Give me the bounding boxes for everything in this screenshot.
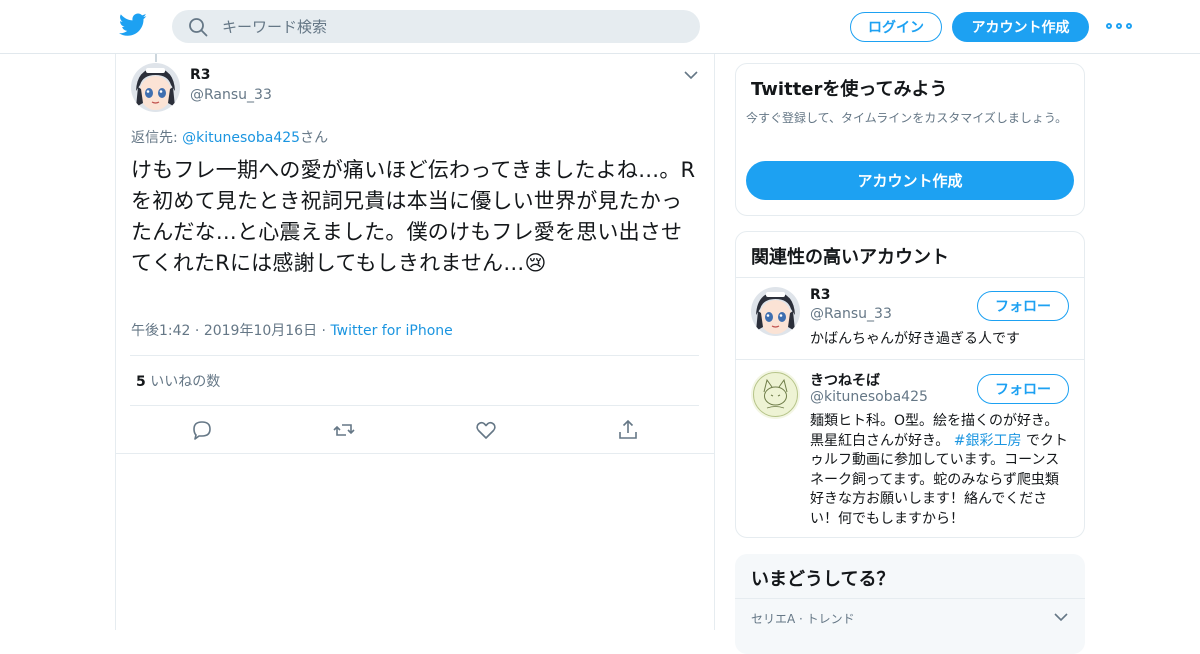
reply-to-line: 返信先: @kitunesoba425さん (131, 127, 328, 147)
meta-separator: · (321, 323, 326, 339)
login-button[interactable]: ログイン (850, 12, 942, 42)
trends-card: いまどうしてる？ セリエA · トレンド (735, 554, 1085, 654)
account-name[interactable]: R3 (810, 287, 831, 303)
meta-separator: · (194, 323, 200, 339)
search-box[interactable] (172, 10, 700, 43)
like-count: 5 (136, 374, 146, 390)
divider (735, 598, 1085, 599)
like-label: いいねの数 (150, 374, 221, 390)
tweet-body: けもフレ一期への愛が痛いほど伝わってきましたよね…。Rを初めて見たとき祝詞兄貴は… (131, 158, 696, 275)
search-icon (189, 18, 208, 37)
account-handle[interactable]: @Ransu_33 (810, 306, 892, 322)
like-stats[interactable]: 5 いいねの数 (136, 371, 220, 391)
retweet-icon[interactable] (332, 418, 356, 442)
account-handle[interactable]: @kitunesoba425 (810, 389, 928, 405)
anime-avatar-icon (131, 63, 180, 112)
tweet-meta: 午後1:42 · 2019年10月16日 · Twitter for iPhon… (131, 320, 453, 340)
author-avatar[interactable] (131, 63, 180, 112)
tweet-action-bar (116, 406, 714, 454)
tweet-source[interactable]: Twitter for iPhone (330, 323, 452, 339)
signup-card-title: Twitterを使ってみよう (751, 79, 948, 100)
account-name[interactable]: きつねそば (810, 370, 880, 390)
account-avatar[interactable] (751, 370, 800, 419)
account-bio: かばんちゃんが好き過ぎる人です (810, 331, 1020, 347)
divider (736, 359, 1084, 360)
hashtag-link[interactable]: #銀彩工房 (954, 433, 1022, 449)
crying-face-emoji: 😢 (524, 251, 547, 275)
top-navigation-bar: ログイン アカウント作成 (0, 0, 1200, 54)
signup-button[interactable]: アカウント作成 (952, 12, 1089, 42)
fox-sketch-avatar-icon (751, 370, 800, 419)
search-input[interactable] (222, 10, 682, 43)
signup-card-subtitle: 今すぐ登録して、タイムラインをカスタマイズしましょう。 (746, 111, 1068, 125)
reply-to-prefix: 返信先: (131, 130, 183, 146)
tweet-author-handle[interactable]: @Ransu_33 (190, 87, 272, 103)
reply-to-link[interactable]: @kitunesoba425 (182, 130, 300, 146)
trend-context[interactable]: セリエA · トレンド (751, 610, 855, 627)
trends-title: いまどうしてる？ (751, 569, 895, 590)
chevron-down-icon[interactable] (683, 69, 699, 81)
account-bio: 麺類ヒト科。O型。絵を描くのが好き。黒星紅白さんが好き。 #銀彩工房 でクトゥル… (810, 412, 1072, 529)
divider (130, 355, 699, 356)
related-accounts-title: 関連性の高いアカウント (751, 247, 949, 268)
more-dots-icon[interactable] (1106, 18, 1132, 34)
follow-button[interactable]: フォロー (977, 374, 1069, 404)
chevron-down-icon[interactable] (1054, 612, 1068, 622)
reply-to-suffix: さん (300, 130, 329, 146)
share-icon[interactable] (616, 418, 640, 442)
anime-avatar-icon (751, 287, 800, 336)
tweet-date[interactable]: 2019年10月16日 (204, 323, 317, 339)
tweet-text: けもフレ一期への愛が痛いほど伝わってきましたよね…。Rを初めて見たとき祝詞兄貴は… (131, 155, 701, 279)
signup-card-button[interactable]: アカウント作成 (746, 161, 1074, 200)
account-avatar[interactable] (751, 287, 800, 336)
thread-connector-line (155, 54, 157, 62)
tweet-author-name[interactable]: R3 (190, 67, 211, 83)
related-accounts-card: 関連性の高いアカウント R3 @Ransu_33 フォロー かばんちゃんが好き過… (735, 231, 1085, 538)
signup-card: Twitterを使ってみよう 今すぐ登録して、タイムラインをカスタマイズしましょ… (735, 63, 1085, 216)
tweet-time[interactable]: 午後1:42 (131, 323, 190, 339)
like-icon[interactable] (474, 418, 498, 442)
twitter-bird-icon[interactable] (119, 13, 147, 37)
divider (736, 277, 1084, 278)
follow-button[interactable]: フォロー (977, 291, 1069, 321)
reply-icon[interactable] (190, 418, 214, 442)
